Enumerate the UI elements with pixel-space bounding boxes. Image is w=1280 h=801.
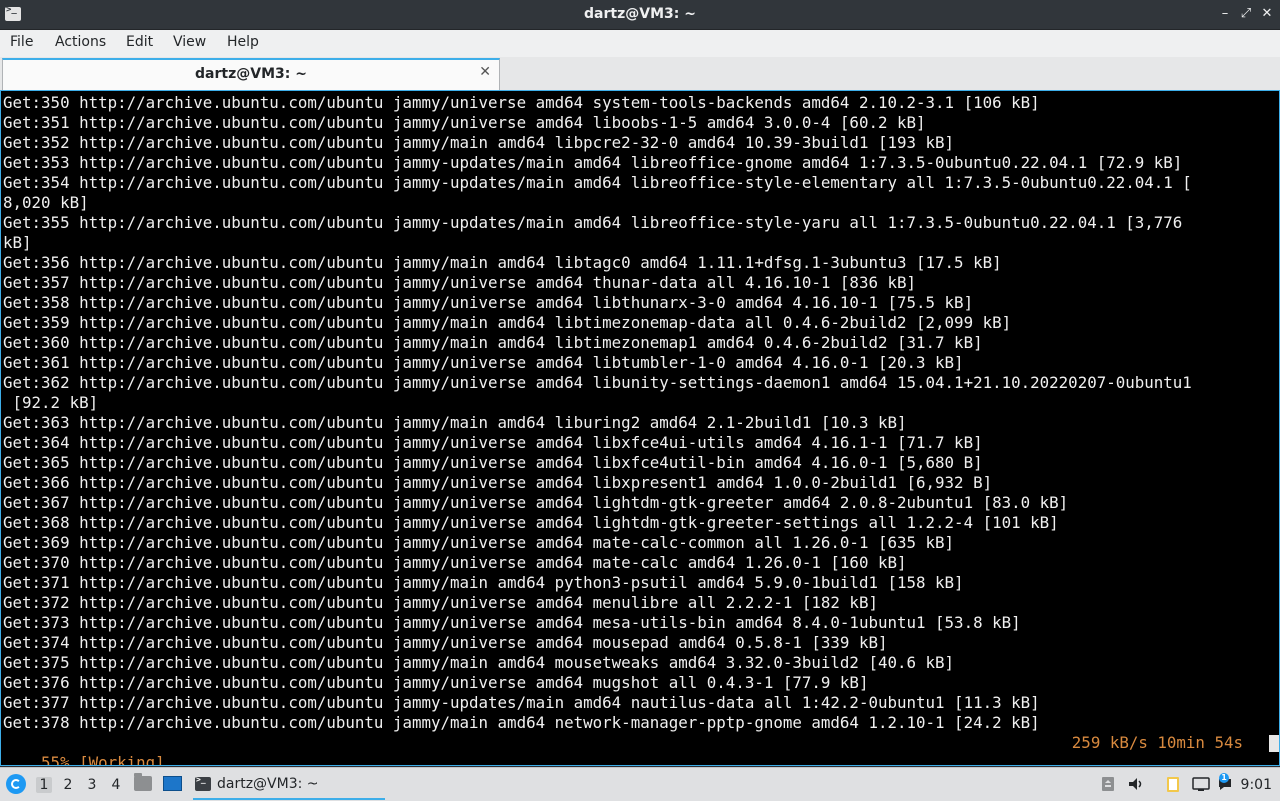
volume-icon[interactable] [1127, 776, 1145, 792]
tab-label: dartz@VM3: ~ [195, 66, 307, 82]
terminal-line: Get:367 http://archive.ubuntu.com/ubuntu… [3, 493, 1069, 512]
terminal-line: [92.2 kB] [3, 393, 99, 412]
terminal-line: Get:351 http://archive.ubuntu.com/ubuntu… [3, 113, 926, 132]
terminal-line: Get:364 http://archive.ubuntu.com/ubuntu… [3, 433, 983, 452]
application-menu-icon[interactable] [6, 774, 26, 794]
terminal-output: Get:350 http://archive.ubuntu.com/ubuntu… [3, 93, 1263, 733]
terminal-line: Get:363 http://archive.ubuntu.com/ubuntu… [3, 413, 907, 432]
terminal-line: Get:353 http://archive.ubuntu.com/ubuntu… [3, 153, 1183, 172]
window-title: dartz@VM3: ~ [584, 6, 696, 22]
file-manager-icon[interactable] [134, 773, 152, 791]
terminal-line: Get:376 http://archive.ubuntu.com/ubuntu… [3, 673, 869, 692]
window-titlebar[interactable]: dartz@VM3: ~ – ⤢ ✕ [0, 0, 1280, 30]
terminal-line: Get:368 http://archive.ubuntu.com/ubuntu… [3, 513, 1059, 532]
text-cursor [1269, 735, 1279, 752]
terminal-line: Get:375 http://archive.ubuntu.com/ubuntu… [3, 653, 955, 672]
terminal-line: Get:362 http://archive.ubuntu.com/ubuntu… [3, 373, 1192, 392]
workspace-4[interactable]: 4 [108, 777, 124, 793]
maximize-button[interactable]: ⤢ [1238, 6, 1254, 22]
terminal-line: Get:377 http://archive.ubuntu.com/ubuntu… [3, 693, 1040, 712]
tab-bar: dartz@VM3: ~ ✕ [0, 57, 1280, 91]
terminal-line: Get:373 http://archive.ubuntu.com/ubuntu… [3, 613, 1021, 632]
terminal-line: Get:356 http://archive.ubuntu.com/ubuntu… [3, 253, 1002, 272]
clipboard-icon[interactable] [1164, 776, 1182, 792]
download-speed-eta: 259 kB/s 10min 54s [1071, 733, 1243, 752]
workspace-3[interactable]: 3 [84, 777, 100, 793]
terminal-line: Get:361 http://archive.ubuntu.com/ubuntu… [3, 353, 964, 372]
terminal-line: Get:378 http://archive.ubuntu.com/ubuntu… [3, 713, 1040, 732]
terminal-line: Get:371 http://archive.ubuntu.com/ubuntu… [3, 573, 964, 592]
terminal-scrollbar[interactable] [1272, 93, 1278, 729]
terminal-tab[interactable]: dartz@VM3: ~ ✕ [2, 58, 500, 90]
workspace-2[interactable]: 2 [60, 777, 76, 793]
menu-actions[interactable]: Actions [55, 34, 106, 50]
notification-count-badge: 1 [1219, 773, 1229, 783]
terminal-line: Get:372 http://archive.ubuntu.com/ubuntu… [3, 593, 878, 612]
terminal-line: Get:355 http://archive.ubuntu.com/ubuntu… [3, 213, 1183, 232]
terminal-line: Get:365 http://archive.ubuntu.com/ubuntu… [3, 453, 983, 472]
terminal-line: Get:358 http://archive.ubuntu.com/ubuntu… [3, 293, 974, 312]
terminal-line: Get:357 http://archive.ubuntu.com/ubuntu… [3, 273, 917, 292]
close-window-button[interactable]: ✕ [1259, 6, 1275, 22]
terminal-line: Get:370 http://archive.ubuntu.com/ubuntu… [3, 553, 907, 572]
show-desktop-icon[interactable] [163, 776, 182, 791]
workspace-1[interactable]: 1 [36, 777, 52, 793]
menu-bar: File Actions Edit View Help [0, 30, 1280, 57]
clock[interactable]: 9:01 [1241, 777, 1272, 793]
terminal-line: 8,020 kB] [3, 193, 89, 212]
taskbar: 1 2 3 4 dartz@VM3: ~ 1 9:01 [0, 767, 1280, 801]
menu-help[interactable]: Help [227, 34, 259, 50]
terminal-line: Get:352 http://archive.ubuntu.com/ubuntu… [3, 133, 955, 152]
apt-progress-line: 55% [Working] 259 kB/s 10min 54s [3, 733, 1251, 766]
terminal-view[interactable]: Get:350 http://archive.ubuntu.com/ubuntu… [0, 90, 1280, 766]
network-icon[interactable] [1192, 776, 1210, 792]
close-tab-icon[interactable]: ✕ [479, 64, 491, 80]
task-label: dartz@VM3: ~ [217, 776, 319, 792]
menu-edit[interactable]: Edit [126, 34, 153, 50]
terminal-line: Get:359 http://archive.ubuntu.com/ubuntu… [3, 313, 1012, 332]
removable-drive-icon[interactable] [1099, 776, 1117, 792]
minimize-button[interactable]: – [1217, 6, 1233, 22]
taskbar-terminal-button[interactable]: dartz@VM3: ~ [193, 772, 385, 800]
progress-status: 55% [Working] [41, 753, 165, 766]
terminal-line: Get:360 http://archive.ubuntu.com/ubuntu… [3, 333, 983, 352]
terminal-line: Get:354 http://archive.ubuntu.com/ubuntu… [3, 173, 1192, 192]
menu-file[interactable]: File [10, 34, 33, 50]
terminal-line: kB] [3, 233, 32, 252]
terminal-line: Get:369 http://archive.ubuntu.com/ubuntu… [3, 533, 955, 552]
terminal-line: Get:374 http://archive.ubuntu.com/ubuntu… [3, 633, 888, 652]
terminal-icon [195, 775, 211, 791]
terminal-line: Get:350 http://archive.ubuntu.com/ubuntu… [3, 93, 1040, 112]
menu-view[interactable]: View [173, 34, 206, 50]
terminal-line: Get:366 http://archive.ubuntu.com/ubuntu… [3, 473, 993, 492]
